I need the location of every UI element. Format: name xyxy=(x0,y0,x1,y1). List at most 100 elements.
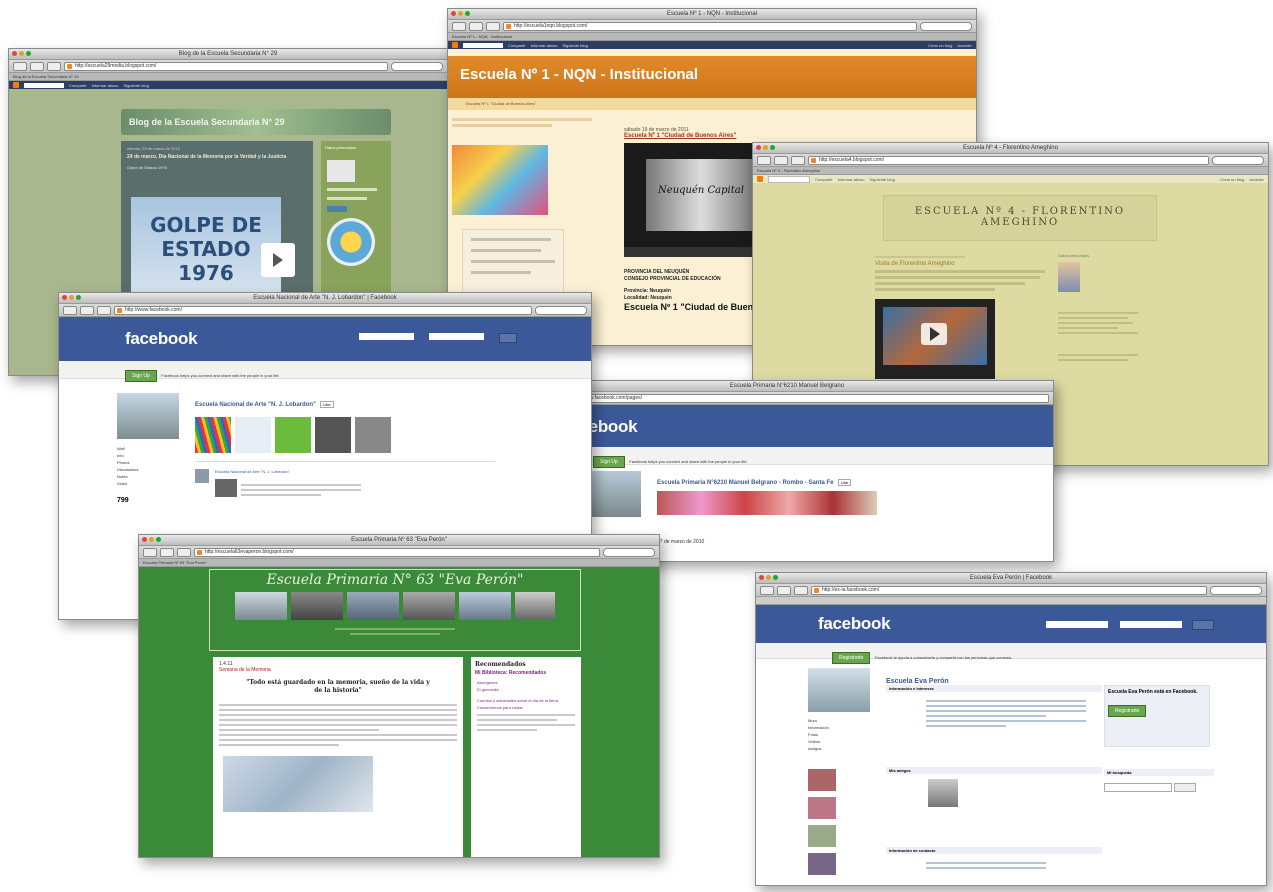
profile-picture[interactable] xyxy=(117,393,179,439)
profile-picture[interactable] xyxy=(808,668,870,712)
forward-button[interactable] xyxy=(774,155,788,165)
navbar-link[interactable]: Acceder xyxy=(957,43,972,48)
address-bar[interactable]: http://escuela63evaperon.blogspot.com/ xyxy=(194,547,600,557)
title-bar[interactable]: Escuela Nº 1 - NQN - Institucional xyxy=(448,9,976,20)
search-field[interactable] xyxy=(920,21,972,31)
page-name[interactable]: Escuela Eva Perón xyxy=(886,678,949,685)
nav-item-video[interactable]: Video xyxy=(117,480,181,487)
tab[interactable]: Escuela Nº 1 - NQN - Institucional xyxy=(448,33,976,41)
photo-strip[interactable] xyxy=(657,491,877,515)
sidebar-link[interactable]: El genocidio xyxy=(477,686,575,693)
back-button[interactable] xyxy=(143,547,157,557)
sidebar-link[interactable]: Cuentos y actividades sobre el día de la… xyxy=(477,697,575,704)
navbar-link[interactable]: Siguiente blog xyxy=(869,177,894,182)
navbar-link[interactable]: Compartir xyxy=(815,177,833,182)
nav-item-photos[interactable]: Fotos xyxy=(808,731,868,738)
play-button[interactable] xyxy=(261,243,295,277)
address-bar[interactable]: http://es-la.facebook.com/ xyxy=(811,585,1207,595)
title-bar[interactable]: Escuela Nacional de Arte "N. J. Lobardon… xyxy=(59,293,591,304)
search-field[interactable] xyxy=(1210,585,1262,595)
blog-title[interactable]: Blog de la Escuela Secundaria N° 29 xyxy=(121,109,391,135)
forward-button[interactable] xyxy=(160,547,174,557)
signup-button[interactable]: Sign Up xyxy=(125,370,157,382)
blog-title[interactable]: ESCUELA Nº 4 - FLORENTINO xyxy=(884,196,1156,217)
navbar-link[interactable]: Siguiente blog xyxy=(562,43,587,48)
address-bar[interactable]: http://escuela29media.blogspot.com/ xyxy=(64,61,388,71)
nav-item-info[interactable]: Info xyxy=(117,452,181,459)
navbar-link[interactable]: Crear un blog xyxy=(1220,177,1244,182)
back-button[interactable] xyxy=(760,585,774,595)
search-button[interactable] xyxy=(1174,783,1196,792)
title-bar[interactable]: Escuela Primaria Nº 63 "Eva Perón" xyxy=(139,535,659,546)
search-field[interactable] xyxy=(535,305,587,315)
nav-item-info[interactable]: Información xyxy=(808,724,868,731)
sidebar-link[interactable]: Aborígenes xyxy=(477,679,575,686)
title-bar[interactable]: Escuela Primaria N°6210 Manuel Belgrano xyxy=(521,381,1053,392)
page-name[interactable]: Escuela Nacional de Arte "N. J. Lobardon… xyxy=(195,402,316,408)
nav-item-notes[interactable]: Notes xyxy=(117,473,181,480)
nav-item-videos[interactable]: Videos xyxy=(808,738,868,745)
photo-strip[interactable] xyxy=(195,417,407,453)
nav-item-wall[interactable]: Wall xyxy=(117,445,181,452)
navbar-link[interactable]: Compartir xyxy=(69,83,87,88)
search-blog-input[interactable] xyxy=(463,42,503,48)
password-field[interactable] xyxy=(1120,621,1182,628)
blogger-icon[interactable] xyxy=(757,176,763,182)
reload-button[interactable] xyxy=(97,305,111,315)
signup-button[interactable]: Registrarte xyxy=(832,652,871,664)
browser-window-facebook-eva-peron[interactable]: Escuela Eva Perón | Facebook http://es-l… xyxy=(755,572,1267,886)
children-drawing-image[interactable] xyxy=(452,145,548,215)
search-blog-input[interactable] xyxy=(24,82,64,88)
tab[interactable]: Escuela Nº 4 - Florentino Ameghino xyxy=(753,167,1268,175)
signup-button[interactable]: Sign Up xyxy=(593,456,625,468)
forward-button[interactable] xyxy=(30,61,44,71)
tab[interactable]: Escuela Primaria Nº 63 "Eva Perón" xyxy=(139,559,659,567)
nav-item-friends[interactable]: Amigos xyxy=(808,745,868,752)
blog-title[interactable]: Escuela Primaria N° 63 "Eva Perón" xyxy=(210,570,580,588)
forward-button[interactable] xyxy=(80,305,94,315)
reload-button[interactable] xyxy=(794,585,808,595)
browser-window-escuela-63[interactable]: Escuela Primaria Nº 63 "Eva Perón" http:… xyxy=(138,534,660,858)
back-button[interactable] xyxy=(63,305,77,315)
post-title[interactable]: Visita de Florentino Ameghino xyxy=(875,261,1055,267)
post-image[interactable] xyxy=(215,479,237,497)
search-blog-input[interactable] xyxy=(768,175,810,183)
like-button[interactable]: Like xyxy=(320,401,334,408)
nav-item-wall[interactable]: Muro xyxy=(808,717,868,724)
promo-signup-button[interactable]: Registrarte xyxy=(1108,705,1147,717)
title-bar[interactable]: Escuela Nº 4 - Florentino Ameghino xyxy=(753,143,1268,154)
page-name[interactable]: Escuela Primaria N°6210 Manuel Belgrano … xyxy=(657,480,833,486)
post-title[interactable]: Escuela Nº 1 "Ciudad de Buenos Aires" xyxy=(624,133,964,139)
post-avatar[interactable] xyxy=(195,469,209,483)
search-field[interactable] xyxy=(603,547,655,557)
search-field[interactable] xyxy=(391,61,443,71)
friend-photo[interactable] xyxy=(928,779,958,807)
navbar-link[interactable]: Informar abuso xyxy=(92,83,119,88)
blogger-icon[interactable] xyxy=(452,42,458,48)
reload-button[interactable] xyxy=(47,61,61,71)
nav-item-photos[interactable]: Photos xyxy=(117,459,181,466)
facebook-logo[interactable]: facebook xyxy=(818,614,891,634)
reload-button[interactable] xyxy=(486,21,500,31)
blogger-icon[interactable] xyxy=(13,82,19,88)
search-field[interactable] xyxy=(1212,155,1264,165)
like-button[interactable]: Like xyxy=(837,479,852,486)
navbar-link[interactable]: Siguiente blog xyxy=(123,83,148,88)
forward-button[interactable] xyxy=(469,21,483,31)
post-author[interactable]: Escuela Nacional de Arte "N. J. Lobardon… xyxy=(215,469,290,474)
post-title[interactable]: 24 de marzo, Día Nacional de la Memoria … xyxy=(121,152,313,163)
post-image[interactable] xyxy=(223,756,373,812)
back-button[interactable] xyxy=(13,61,27,71)
address-bar[interactable]: http://www.facebook.com/ xyxy=(114,305,532,315)
back-button[interactable] xyxy=(757,155,771,165)
email-field[interactable] xyxy=(1046,621,1108,628)
forward-button[interactable] xyxy=(777,585,791,595)
profile-photo[interactable] xyxy=(327,160,355,182)
play-button[interactable] xyxy=(921,323,947,345)
profile-photo[interactable] xyxy=(1058,262,1080,292)
tab[interactable] xyxy=(756,597,1266,605)
reload-button[interactable] xyxy=(177,547,191,557)
sidebar-link[interactable]: Conservemos para cuidar xyxy=(477,704,575,711)
blog-title[interactable]: Escuela Nº 1 - NQN - Institucional xyxy=(448,56,976,83)
email-field[interactable] xyxy=(359,333,414,340)
